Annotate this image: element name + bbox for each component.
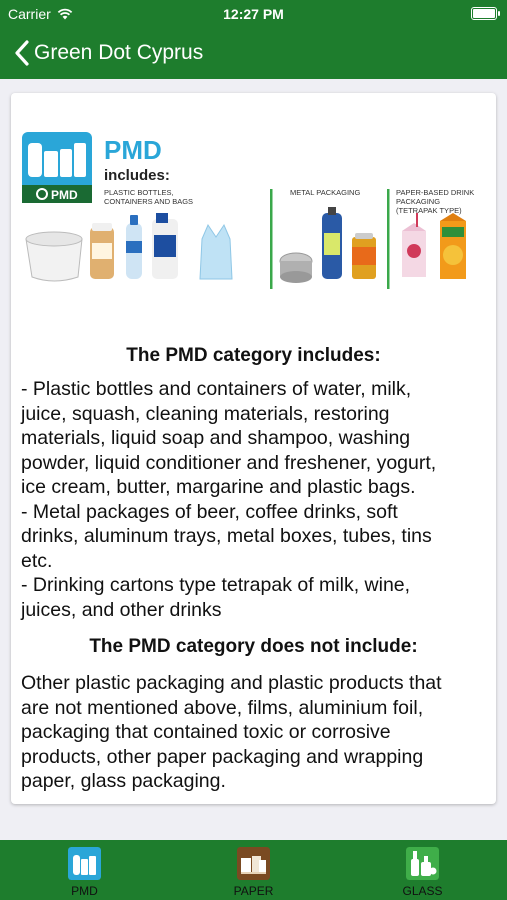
svg-text:METAL PACKAGING: METAL PACKAGING [290, 188, 360, 197]
group-label-plastic: PLASTIC BOTTLES, CONTAINERS AND BAGS [104, 188, 193, 206]
back-button[interactable]: Green Dot Cyprus [0, 40, 203, 66]
svg-text:PACKAGING: PACKAGING [396, 197, 440, 206]
plastic-products-illustration [25, 213, 233, 282]
text-line: paper, glass packaging. [21, 770, 226, 792]
group-label-tetrapak: PAPER-BASED DRINK PACKAGING (TETRAPAK TY… [396, 188, 474, 215]
group-divider [270, 189, 273, 289]
paper-icon [237, 847, 270, 880]
pmd-infographic: PMD PMD includes: PLASTIC BOTTLES, CONTA… [22, 132, 474, 289]
text-line: - Drinking cartons type tetrapak of milk… [21, 574, 411, 596]
svg-text:PLASTIC BOTTLES,: PLASTIC BOTTLES, [104, 188, 174, 197]
text-line: materials, liquid soap and shampoo, wash… [21, 427, 411, 449]
excludes-text: Other plastic packaging and plastic prod… [21, 671, 491, 794]
tab-bar: PMD PAPER GLASS [0, 840, 507, 900]
pmd-bottles-icon [68, 847, 101, 880]
text-line: juices, and other drinks [21, 598, 222, 621]
tab-label: PAPER [233, 884, 274, 898]
infographic-title: PMD [104, 135, 162, 165]
status-bar: Carrier 12:27 PM [0, 0, 507, 28]
pmd-logo: PMD [22, 132, 92, 203]
content-card: PMD PMD includes: PLASTIC BOTTLES, CONTA… [11, 93, 496, 804]
text-line: powder, liquid conditioner and freshener… [21, 451, 437, 474]
infographic-subtitle: includes: [104, 167, 170, 184]
chevron-left-icon [15, 40, 29, 66]
tab-label: GLASS [402, 884, 443, 898]
text-line: are not mentioned above, films, aluminiu… [21, 696, 424, 719]
tab-paper[interactable]: PAPER [169, 840, 338, 900]
text-line: etc. [21, 549, 53, 572]
tetrapak-products-illustration [402, 213, 466, 279]
tab-glass[interactable]: GLASS [338, 840, 507, 900]
tab-pmd[interactable]: PMD [0, 840, 169, 900]
text-line: drinks, aluminum trays, metal boxes, tub… [21, 525, 432, 547]
status-time: 12:27 PM [223, 6, 284, 22]
includes-heading: The PMD category includes: [126, 345, 381, 366]
text-line: ice cream, butter, margarine and plastic… [21, 476, 416, 498]
battery-icon [471, 7, 500, 20]
text-line: Other plastic packaging and plastic prod… [21, 672, 442, 694]
text-line: - Plastic bottles and containers of wate… [21, 378, 412, 400]
metal-products-illustration [279, 207, 376, 283]
text-line: products, other paper packaging and wrap… [21, 745, 424, 768]
text-line: packaging that contained toxic or corros… [21, 721, 391, 743]
glass-bottles-icon [406, 847, 439, 880]
group-label-metal: METAL PACKAGING [290, 188, 360, 197]
tab-label: PMD [71, 884, 98, 898]
navigation-bar: Green Dot Cyprus [0, 34, 203, 72]
text-line: juice, squash, cleaning materials, resto… [21, 402, 390, 425]
pmd-badge-label: PMD [51, 188, 78, 202]
svg-text:CONTAINERS AND BAGS: CONTAINERS AND BAGS [104, 197, 193, 206]
svg-text:PAPER-BASED DRINK: PAPER-BASED DRINK [396, 188, 474, 197]
group-divider [387, 189, 390, 289]
text-line: - Metal packages of beer, coffee drinks,… [21, 500, 398, 523]
back-title: Green Dot Cyprus [34, 41, 204, 64]
includes-text: - Plastic bottles and containers of wate… [21, 377, 491, 622]
top-bar: Carrier 12:27 PM Green Dot Cyprus [0, 0, 507, 79]
excludes-heading: The PMD category does not include: [89, 636, 418, 657]
